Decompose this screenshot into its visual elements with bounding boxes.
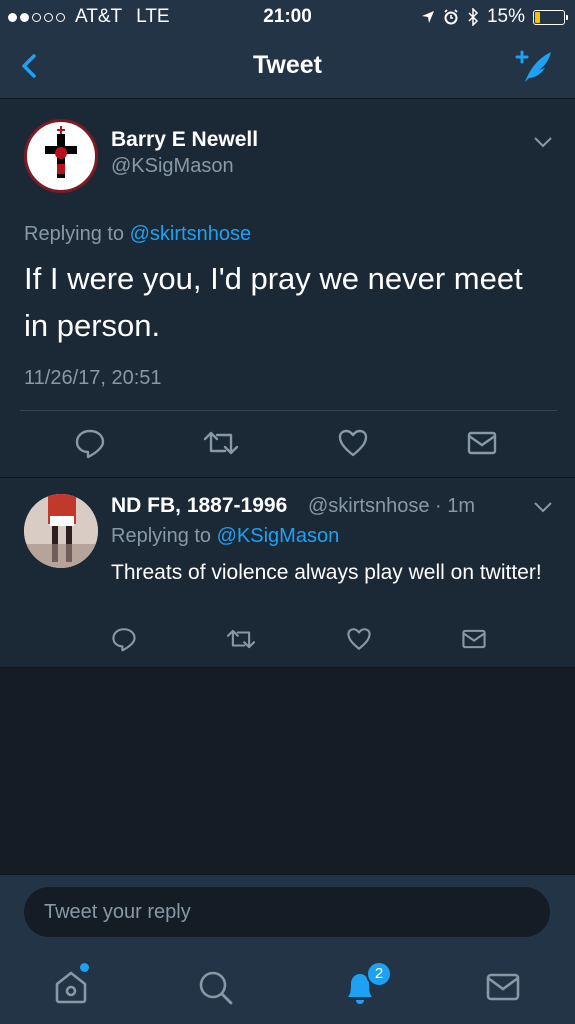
page-title: Tweet	[253, 51, 322, 79]
tweet-timestamp: 11/26/17, 20:51	[24, 367, 162, 389]
reply-composer-bar: Tweet your reply	[0, 874, 575, 951]
reply-icon[interactable]	[111, 626, 137, 652]
tweet-text: Threats of violence always play well on …	[111, 561, 542, 584]
direct-message-icon[interactable]	[461, 626, 487, 652]
author-name[interactable]: Barry E Newell	[111, 128, 258, 152]
reply-tweet[interactable]: ND FB, 1887-1996 @skirtsnhose · 1m Reply…	[0, 478, 575, 668]
replying-to-label: Replying to	[111, 525, 212, 547]
replying-to-line: Replying to @skirtsnhose	[24, 223, 251, 246]
new-content-dot	[80, 963, 89, 972]
compose-tweet-icon[interactable]	[513, 46, 555, 86]
author-handle[interactable]: @KSigMason	[111, 155, 234, 178]
replying-to-line: Replying to @KSigMason	[111, 525, 339, 548]
author-handle-timestamp[interactable]: @skirtsnhose · 1m	[308, 495, 475, 518]
author-name[interactable]: ND FB, 1887-1996	[111, 494, 287, 518]
retweet-icon[interactable]	[226, 626, 256, 652]
tweet-actions	[74, 427, 498, 459]
bluetooth-icon	[468, 8, 479, 26]
like-heart-icon[interactable]	[346, 626, 372, 652]
divider	[20, 410, 557, 411]
location-arrow-icon	[421, 11, 434, 23]
nav-bar: Tweet	[0, 34, 575, 99]
messages-icon[interactable]	[478, 962, 528, 1012]
retweet-icon[interactable]	[203, 427, 239, 459]
reply-icon[interactable]	[74, 427, 106, 459]
mention-link[interactable]: @skirtsnhose	[130, 223, 251, 245]
notification-badge: 2	[366, 961, 392, 987]
avatar-photo	[24, 494, 98, 568]
like-heart-icon[interactable]	[337, 427, 369, 459]
focused-tweet[interactable]: Barry E Newell @KSigMason Replying to @s…	[0, 99, 575, 478]
battery-icon	[533, 9, 568, 25]
avatar[interactable]	[24, 119, 98, 193]
chevron-down-icon[interactable]	[532, 500, 554, 514]
avatar[interactable]	[24, 494, 98, 568]
search-icon[interactable]	[191, 962, 241, 1012]
tab-bar	[0, 950, 575, 1024]
mention-link[interactable]: @KSigMason	[217, 525, 340, 547]
tweet-text: If I were you, I'd pray we never meet in…	[24, 261, 523, 343]
replying-to-label: Replying to	[24, 223, 125, 245]
status-bar: AT&T LTE 21:00 15%	[0, 0, 575, 34]
avatar-emblem	[28, 123, 94, 189]
reply-input[interactable]: Tweet your reply	[24, 887, 550, 937]
chevron-down-icon[interactable]	[532, 135, 554, 149]
direct-message-icon[interactable]	[466, 427, 498, 459]
battery-percent: 15%	[486, 6, 525, 27]
status-right: 15%	[421, 6, 568, 28]
alarm-icon	[444, 9, 458, 25]
tweet-actions	[111, 626, 487, 652]
